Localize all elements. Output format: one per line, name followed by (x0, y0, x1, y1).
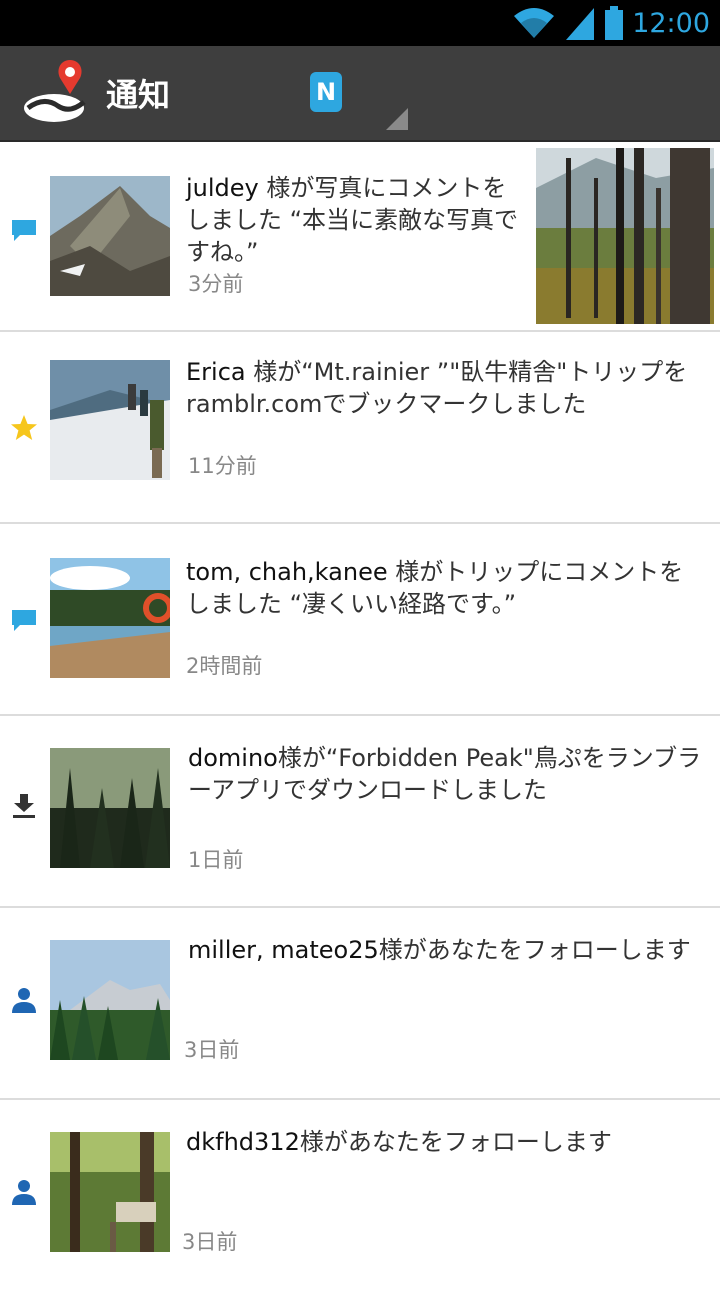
trip-thumbnail[interactable] (50, 176, 170, 296)
user-name[interactable]: miller, mateo25 (188, 936, 379, 964)
message-text: 様があなたをフォローします (378, 936, 691, 964)
notification-item[interactable]: tom, chah,kanee 様がトリップにコメントをしました “凄くいい経路… (0, 524, 720, 716)
notification-message: dkfhd312様があなたをフォローします (186, 1126, 706, 1158)
notification-item[interactable]: juldey 様が写真にコメントをしました “本当に素敵な写真ですね。” 3分前 (0, 142, 720, 332)
notification-item[interactable]: dkfhd312様があなたをフォローします 3日前 (0, 1100, 720, 1290)
user-name[interactable]: dkfhd312 (186, 1128, 300, 1156)
comment-icon (12, 610, 36, 631)
comment-icon (12, 220, 36, 241)
commented-photo[interactable] (536, 148, 714, 324)
message-text: 様が“Mt.rainier ”"臥牛精舎"トリップをramblr.comでブック… (186, 358, 688, 418)
notification-item[interactable]: Erica 様が“Mt.rainier ”"臥牛精舎"トリップをramblr.c… (0, 332, 720, 524)
signal-icon (566, 8, 595, 40)
timestamp: 3日前 (184, 1038, 240, 1062)
notification-message: tom, chah,kanee 様がトリップにコメントをしました “凄くいい経路… (186, 556, 706, 620)
notification-badge[interactable]: N (310, 72, 342, 112)
user-name[interactable]: Erica (186, 358, 246, 386)
timestamp: 11分前 (188, 454, 257, 478)
timestamp: 3日前 (182, 1230, 238, 1254)
person-icon (12, 988, 36, 1013)
user-name[interactable]: domino (188, 744, 278, 772)
app-logo[interactable] (22, 58, 94, 130)
notification-list: juldey 様が写真にコメントをしました “本当に素敵な写真ですね。” 3分前 (0, 142, 720, 1290)
page-title: 通知 (106, 76, 171, 114)
download-icon (13, 794, 35, 818)
timestamp: 1日前 (188, 848, 244, 872)
wifi-icon (514, 8, 555, 38)
timestamp: 3分前 (188, 272, 244, 296)
status-bar: 12:00 (0, 0, 720, 46)
notification-message: Erica 様が“Mt.rainier ”"臥牛精舎"トリップをramblr.c… (186, 356, 706, 420)
trip-thumbnail[interactable] (50, 558, 170, 678)
notification-item[interactable]: miller, mateo25様があなたをフォローします 3日前 (0, 908, 720, 1100)
clock: 12:00 (632, 7, 710, 39)
trip-thumbnail[interactable] (50, 748, 170, 868)
notification-message: miller, mateo25様があなたをフォローします (188, 934, 706, 966)
action-bar: 通知 N (0, 46, 720, 142)
spinner-indicator[interactable] (386, 108, 408, 130)
user-name[interactable]: juldey (186, 174, 259, 202)
user-name[interactable]: tom, chah,kanee (186, 558, 388, 586)
trip-thumbnail[interactable] (50, 940, 170, 1060)
message-text: 様があなたをフォローします (299, 1128, 612, 1156)
timestamp: 2時間前 (186, 654, 263, 678)
battery-icon (605, 6, 624, 40)
notification-message: juldey 様が写真にコメントをしました “本当に素敵な写真ですね。” (186, 172, 520, 268)
status-icons: 12:00 (512, 4, 710, 42)
star-icon (11, 415, 37, 440)
notification-item[interactable]: domino様が“Forbidden Peak"鳥ぷをランブラーアプリでダウンロ… (0, 716, 720, 908)
trip-thumbnail[interactable] (50, 360, 170, 480)
person-icon (12, 1180, 36, 1205)
notification-message: domino様が“Forbidden Peak"鳥ぷをランブラーアプリでダウンロ… (188, 742, 706, 806)
trip-thumbnail[interactable] (50, 1132, 170, 1252)
